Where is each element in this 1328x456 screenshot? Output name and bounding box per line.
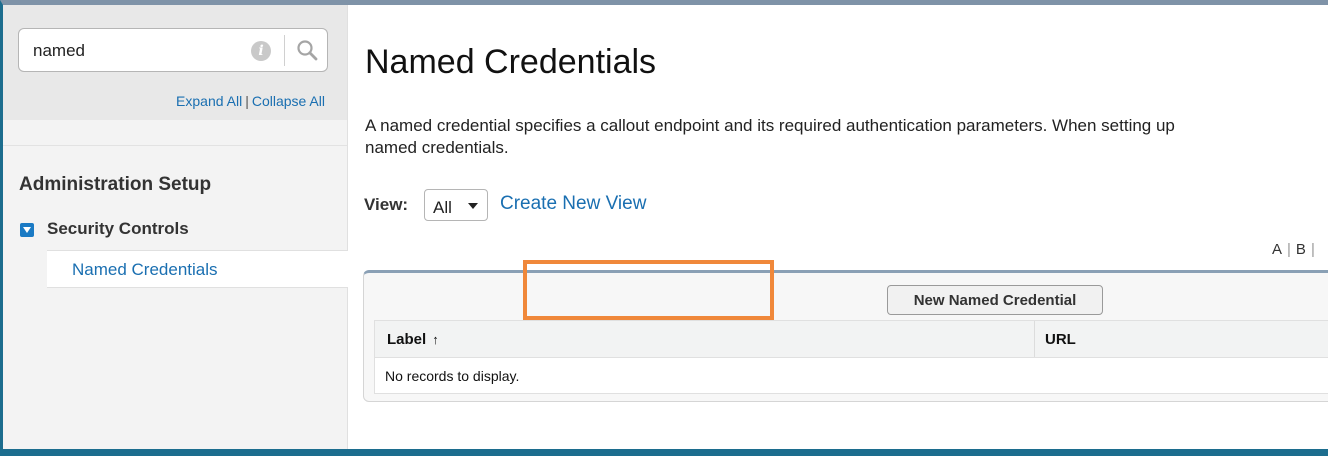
info-icon[interactable]: i bbox=[251, 41, 271, 61]
alpha-divider: | bbox=[1287, 241, 1291, 258]
view-label: View: bbox=[364, 195, 409, 214]
table-row: No records to display. bbox=[375, 358, 1328, 393]
page-title: Named Credentials bbox=[365, 43, 657, 81]
collapse-all-link[interactable]: Collapse All bbox=[252, 93, 325, 109]
expand-all-link[interactable]: Expand All bbox=[176, 93, 242, 109]
alpha-filter: A | B | bbox=[1272, 241, 1320, 258]
search-icon[interactable] bbox=[295, 38, 319, 62]
view-select-value: All bbox=[433, 198, 452, 217]
new-named-credential-button[interactable]: New Named Credential bbox=[887, 285, 1103, 315]
sidebar-divider bbox=[3, 145, 347, 146]
column-divider bbox=[1034, 321, 1035, 357]
alpha-divider: | bbox=[1310, 241, 1315, 258]
sidebar-search-area: i Expand All|Collapse All bbox=[3, 5, 347, 120]
credentials-table: Label ↑ URL No records to display. bbox=[374, 320, 1328, 394]
sidebar-item-label: Named Credentials bbox=[72, 260, 218, 279]
sidebar: i Expand All|Collapse All Administration… bbox=[3, 5, 348, 449]
table-header: Label ↑ URL bbox=[375, 321, 1328, 358]
page-description: A named credential specifies a callout e… bbox=[365, 115, 1328, 159]
search-divider bbox=[284, 35, 285, 66]
column-header-url[interactable]: URL bbox=[1045, 331, 1076, 348]
main-content: Named Credentials A named credential spe… bbox=[347, 5, 1328, 449]
list-panel: New Named Credential Label ↑ URL No recor… bbox=[363, 270, 1328, 402]
chevron-down-icon bbox=[468, 203, 478, 209]
tree-item-security-controls[interactable]: Security Controls bbox=[47, 219, 189, 239]
empty-message: No records to display. bbox=[385, 368, 520, 384]
column-header-label[interactable]: Label ↑ bbox=[387, 331, 439, 348]
link-separator: | bbox=[245, 93, 249, 109]
sort-arrow-icon: ↑ bbox=[432, 332, 439, 347]
description-line-1: A named credential specifies a callout e… bbox=[365, 116, 1175, 135]
expand-collapse-links: Expand All | Collapse All bbox=[176, 93, 325, 109]
collapse-toggle-icon[interactable] bbox=[20, 223, 34, 237]
alpha-filter-a[interactable]: A bbox=[1272, 241, 1282, 258]
view-select[interactable]: All bbox=[424, 189, 488, 221]
column-header-label-text: Label bbox=[387, 331, 427, 348]
description-line-2: named credentials. bbox=[365, 138, 509, 157]
sidebar-item-named-credentials[interactable]: Named Credentials bbox=[47, 250, 348, 288]
search-box: i bbox=[18, 28, 328, 72]
alpha-filter-b[interactable]: B bbox=[1296, 241, 1306, 258]
create-new-view-link[interactable]: Create New View bbox=[500, 193, 646, 215]
search-input[interactable] bbox=[33, 40, 233, 62]
section-heading: Administration Setup bbox=[19, 174, 212, 195]
